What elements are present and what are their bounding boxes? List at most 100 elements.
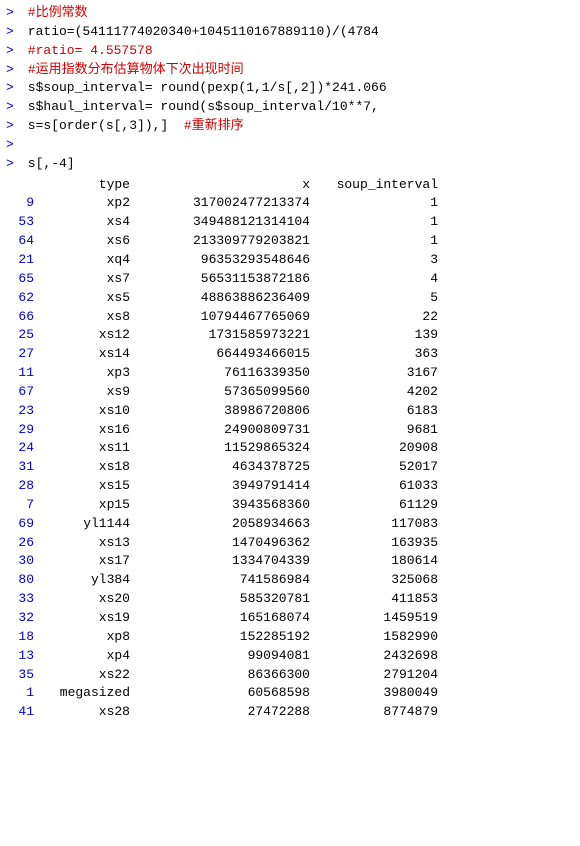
cell-x: 38986720806 [138,402,318,421]
cell-type: xs20 [38,590,138,609]
table-body: 9 xp2 317002477213374 1 53 xs4 349488121… [6,194,574,722]
table-row: 69 yl1144 2058934663 117083 [6,515,574,534]
prompt-2: > [6,23,20,42]
code-line-2: > ratio=(54111774020340+1045110167889110… [0,23,580,42]
cell-x: 11529865324 [138,439,318,458]
code-5: s$soup_interval= round(pexp(1,1/s[,2])*2… [20,79,387,98]
cell-x: 585320781 [138,590,318,609]
cell-soup: 8774879 [318,703,438,722]
cell-soup: 1 [318,232,438,251]
cell-rownum: 26 [6,534,38,553]
cell-x: 76116339350 [138,364,318,383]
cell-type: xp2 [38,194,138,213]
cell-soup: 3167 [318,364,438,383]
table-row: 23 xs10 38986720806 6183 [6,402,574,421]
cell-rownum: 24 [6,439,38,458]
cell-soup: 1459519 [318,609,438,628]
cell-rownum: 11 [6,364,38,383]
prompt-empty: > [6,136,20,155]
cell-type: xs8 [38,308,138,327]
cell-rownum: 33 [6,590,38,609]
prompt-5: > [6,79,20,98]
table-row: 18 xp8 152285192 1582990 [6,628,574,647]
cell-type: xp3 [38,364,138,383]
cell-type: xs7 [38,270,138,289]
cell-rownum: 21 [6,251,38,270]
cell-x: 10794467765069 [138,308,318,327]
cell-x: 57365099560 [138,383,318,402]
cell-rownum: 9 [6,194,38,213]
prompt-3: > [6,42,20,61]
cell-x: 99094081 [138,647,318,666]
cell-rownum: 7 [6,496,38,515]
cell-rownum: 66 [6,308,38,327]
cell-rownum: 80 [6,571,38,590]
r-console: > #比例常数 > ratio=(54111774020340+10451101… [0,0,580,726]
cell-x: 4634378725 [138,458,318,477]
cell-rownum: 25 [6,326,38,345]
cell-soup: 3980049 [318,684,438,703]
table-row: 21 xq4 96353293548646 3 [6,251,574,270]
header-type: type [38,176,138,195]
cell-type: yl384 [38,571,138,590]
table-header-row: type x soup_interval [6,176,574,195]
cell-x: 1334704339 [138,552,318,571]
table-row: 35 xs22 86366300 2791204 [6,666,574,685]
table-row: 9 xp2 317002477213374 1 [6,194,574,213]
cell-soup: 61033 [318,477,438,496]
cell-x: 349488121314104 [138,213,318,232]
cell-x: 3949791414 [138,477,318,496]
cell-type: xs10 [38,402,138,421]
table-row: 31 xs18 4634378725 52017 [6,458,574,477]
cell-rownum: 31 [6,458,38,477]
code-line-4: > #运用指数分布估算物体下次出现时间 [0,61,580,80]
cell-soup: 5 [318,289,438,308]
cell-x: 27472288 [138,703,318,722]
cell-type: xs5 [38,289,138,308]
cell-type: xs22 [38,666,138,685]
code-line-empty: > [0,136,580,155]
cell-type: xs28 [38,703,138,722]
cell-x: 664493466015 [138,345,318,364]
cell-soup: 163935 [318,534,438,553]
cell-x: 1470496362 [138,534,318,553]
cell-soup: 61129 [318,496,438,515]
cell-type: megasized [38,684,138,703]
cell-x: 24900809731 [138,421,318,440]
table-row: 13 xp4 99094081 2432698 [6,647,574,666]
cell-type: xp15 [38,496,138,515]
code-line-5: > s$soup_interval= round(pexp(1,1/s[,2])… [0,79,580,98]
prompt-4: > [6,61,20,80]
cell-soup: 52017 [318,458,438,477]
cell-type: xs13 [38,534,138,553]
cell-x: 56531153872186 [138,270,318,289]
table-row: 25 xs12 1731585973221 139 [6,326,574,345]
cell-soup: 1582990 [318,628,438,647]
cell-soup: 411853 [318,590,438,609]
table-row: 11 xp3 76116339350 3167 [6,364,574,383]
cell-rownum: 32 [6,609,38,628]
cell-soup: 3 [318,251,438,270]
cell-soup: 363 [318,345,438,364]
cell-soup: 180614 [318,552,438,571]
cell-rownum: 35 [6,666,38,685]
table-row: 65 xs7 56531153872186 4 [6,270,574,289]
code-line-3: > #ratio= 4.557578 [0,42,580,61]
data-table: type x soup_interval 9 xp2 3170024772133… [0,176,580,722]
code-8: s[,-4] [20,155,75,174]
cell-soup: 4 [318,270,438,289]
cell-type: xp4 [38,647,138,666]
cell-soup: 20908 [318,439,438,458]
cell-rownum: 1 [6,684,38,703]
table-row: 29 xs16 24900809731 9681 [6,421,574,440]
table-row: 28 xs15 3949791414 61033 [6,477,574,496]
cell-rownum: 30 [6,552,38,571]
code-line-7: > s=s[order(s[,3]),] #重新排序 [0,117,580,136]
table-row: 66 xs8 10794467765069 22 [6,308,574,327]
prompt-6: > [6,98,20,117]
table-row: 41 xs28 27472288 8774879 [6,703,574,722]
table-row: 30 xs17 1334704339 180614 [6,552,574,571]
table-row: 62 xs5 48863886236409 5 [6,289,574,308]
cell-type: xq4 [38,251,138,270]
table-row: 27 xs14 664493466015 363 [6,345,574,364]
